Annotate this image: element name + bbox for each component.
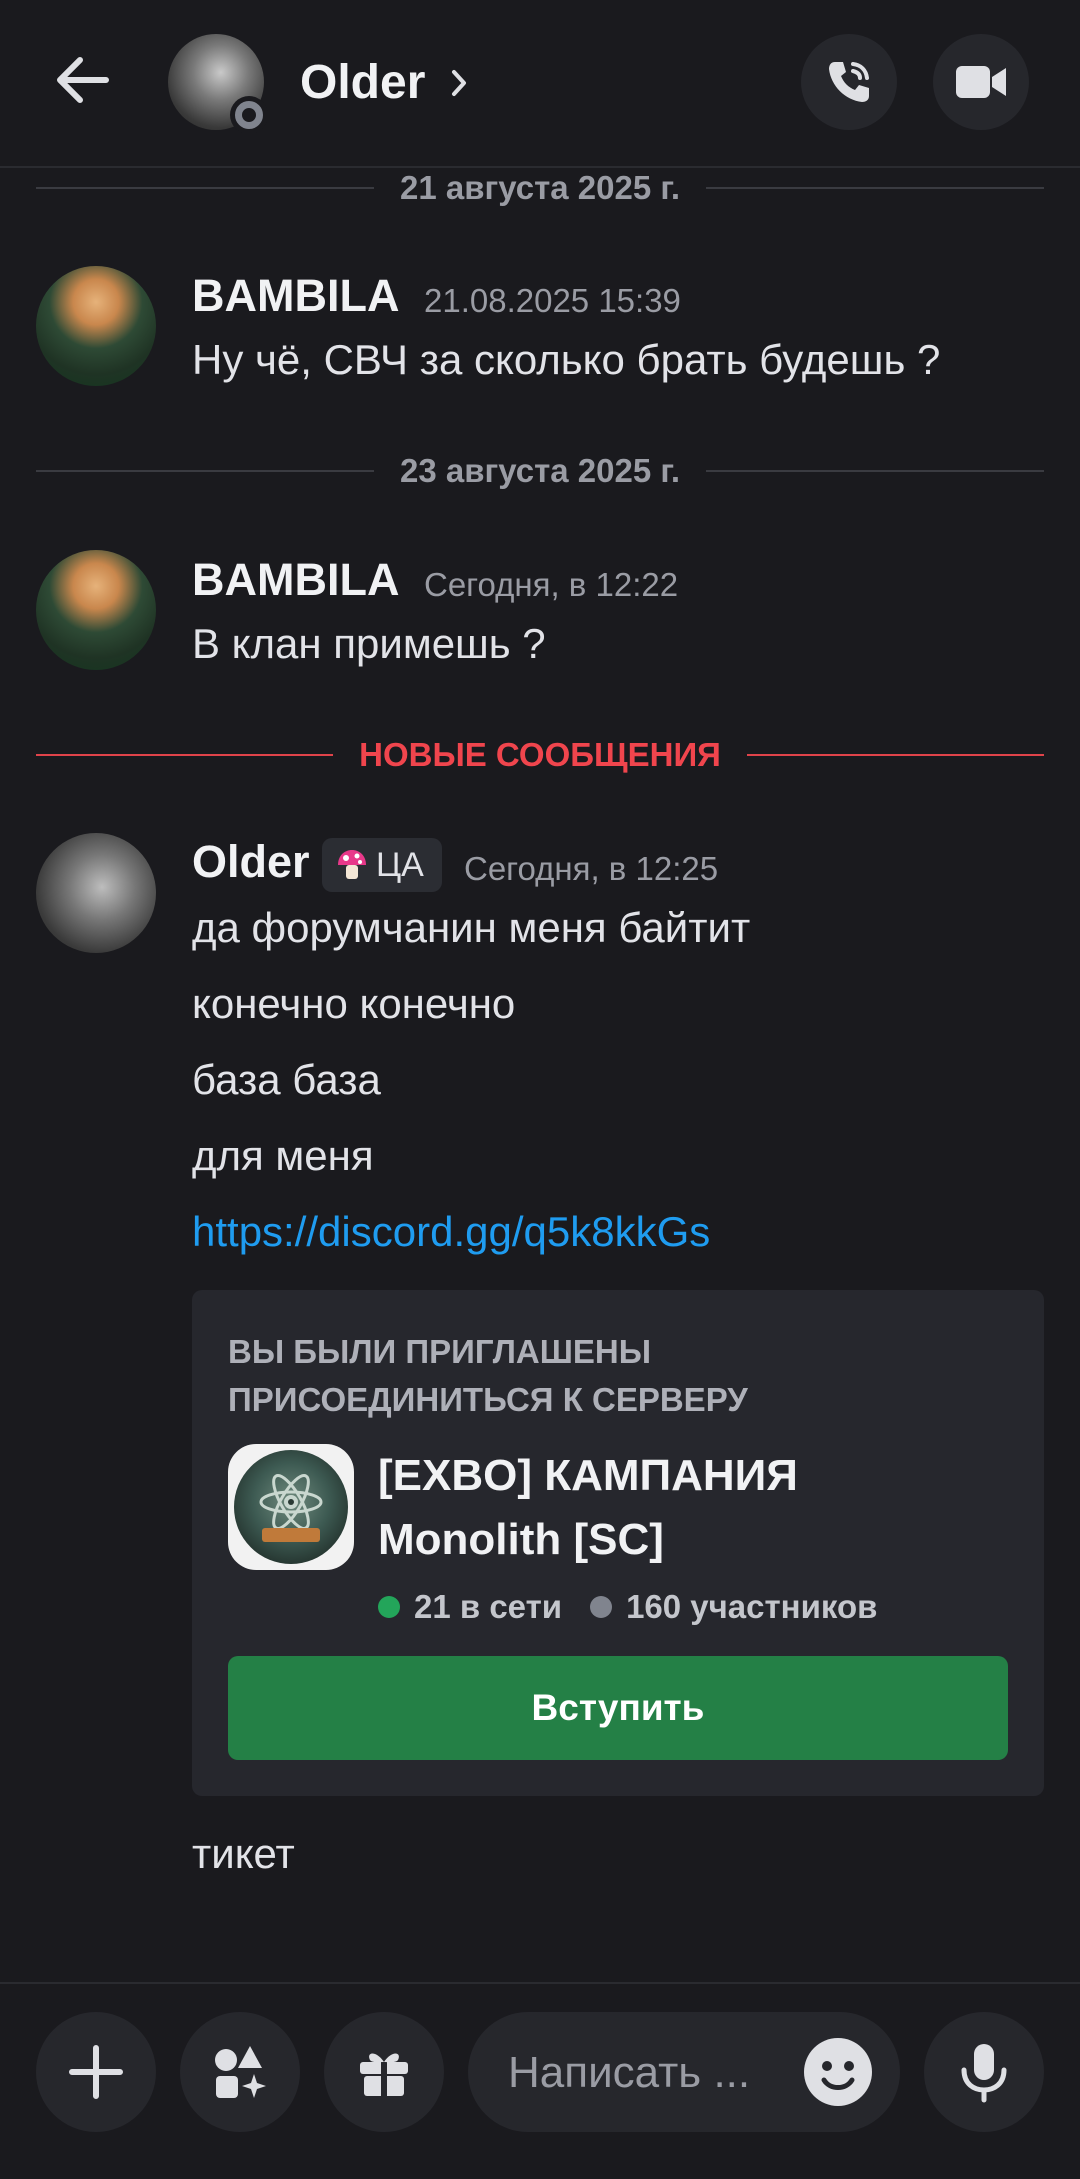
message-author[interactable]: BAMBILA	[192, 270, 399, 322]
message-text: тикет	[192, 1830, 295, 1877]
plus-icon	[69, 2045, 123, 2099]
message-author[interactable]: BAMBILA	[192, 554, 399, 606]
message-text: конечно конечно	[192, 980, 516, 1027]
apps-icon	[215, 2046, 266, 2098]
server-icon[interactable]	[228, 1444, 354, 1570]
date-divider: 21 августа 2025 г.	[36, 168, 1044, 208]
avatar[interactable]	[36, 266, 156, 386]
message-text: для меня	[192, 1132, 374, 1179]
invite-link[interactable]: https://discord.gg/q5k8kkGs	[192, 1208, 710, 1256]
server-name-line: [EXBO] КАМПАНИЯ	[378, 1451, 798, 1500]
attach-button[interactable]	[36, 2012, 156, 2132]
video-camera-icon	[956, 66, 1006, 98]
message-text: В клан примешь ?	[192, 620, 546, 667]
avatar[interactable]	[36, 550, 156, 670]
gift-button[interactable]	[324, 2012, 444, 2132]
new-messages-label: НОВЫЕ СООБЩЕНИЯ	[359, 736, 721, 773]
chevron-right-icon[interactable]	[448, 66, 470, 100]
message-input[interactable]: Написать ...	[468, 2012, 900, 2132]
back-button[interactable]	[48, 44, 120, 116]
message-author[interactable]: Older	[192, 836, 310, 888]
emoji-icon[interactable]	[802, 2036, 874, 2108]
message-timestamp: Сегодня, в 12:25	[464, 850, 719, 887]
chat-header: Older	[0, 0, 1080, 168]
server-stats: 21 в сети 160 участников	[378, 1588, 877, 1626]
date-divider: 23 августа 2025 г.	[36, 451, 1044, 491]
message-input-placeholder: Написать ...	[508, 2048, 751, 2097]
online-count: 21 в сети	[414, 1588, 563, 1625]
new-messages-divider: НОВЫЕ СООБЩЕНИЯ	[36, 735, 1045, 775]
phone-call-icon	[829, 62, 869, 102]
video-call-button[interactable]	[933, 34, 1029, 130]
online-dot-icon	[378, 1596, 400, 1618]
header-avatar[interactable]	[168, 34, 268, 134]
invite-heading-line: ПРИСОЕДИНИТЬСЯ К СЕРВЕРУ	[228, 1381, 748, 1418]
message-timestamp: Сегодня, в 12:22	[424, 566, 679, 603]
invite-heading-line: ВЫ БЫЛИ ПРИГЛАШЕНЫ	[228, 1333, 652, 1370]
monolith-emblem-icon	[259, 1474, 323, 1542]
voice-call-button[interactable]	[801, 34, 897, 130]
date-divider-label: 23 августа 2025 г.	[399, 452, 681, 489]
join-server-button[interactable]: Вступить	[228, 1656, 1008, 1760]
message-text: база база	[192, 1056, 381, 1103]
channel-title[interactable]: Older	[300, 55, 425, 110]
message-timestamp: 21.08.2025 15:39	[424, 282, 681, 319]
server-name-line: Monolith [SC]	[378, 1515, 664, 1564]
role-tag[interactable]: ЦА	[322, 838, 442, 892]
server-name: [EXBO] КАМПАНИЯ Monolith [SC]	[378, 1444, 1018, 1572]
avatar[interactable]	[36, 833, 156, 953]
mushroom-icon	[338, 850, 366, 879]
message-text: Ну чё, СВЧ за сколько брать будешь ?	[192, 336, 941, 383]
apps-button[interactable]	[180, 2012, 300, 2132]
members-dot-icon	[590, 1596, 613, 1618]
invite-heading: ВЫ БЫЛИ ПРИГЛАШЕНЫ ПРИСОЕДИНИТЬСЯ К СЕРВ…	[228, 1328, 1008, 1424]
message-composer-bar: Написать ...	[0, 1982, 1080, 2179]
offline-status-icon	[230, 96, 268, 134]
arrow-left-icon	[57, 57, 109, 103]
server-invite-card: ВЫ БЫЛИ ПРИГЛАШЕНЫ ПРИСОЕДИНИТЬСЯ К СЕРВ…	[192, 1290, 1044, 1796]
date-divider-label: 21 августа 2025 г.	[399, 169, 681, 206]
message-text: да форумчанин меня байтит	[192, 904, 751, 951]
gift-icon	[360, 2053, 408, 2096]
voice-message-button[interactable]	[924, 2012, 1044, 2132]
members-count: 160 участников	[626, 1588, 878, 1625]
role-tag-label: ЦА	[376, 845, 424, 884]
microphone-icon	[961, 2044, 1007, 2103]
